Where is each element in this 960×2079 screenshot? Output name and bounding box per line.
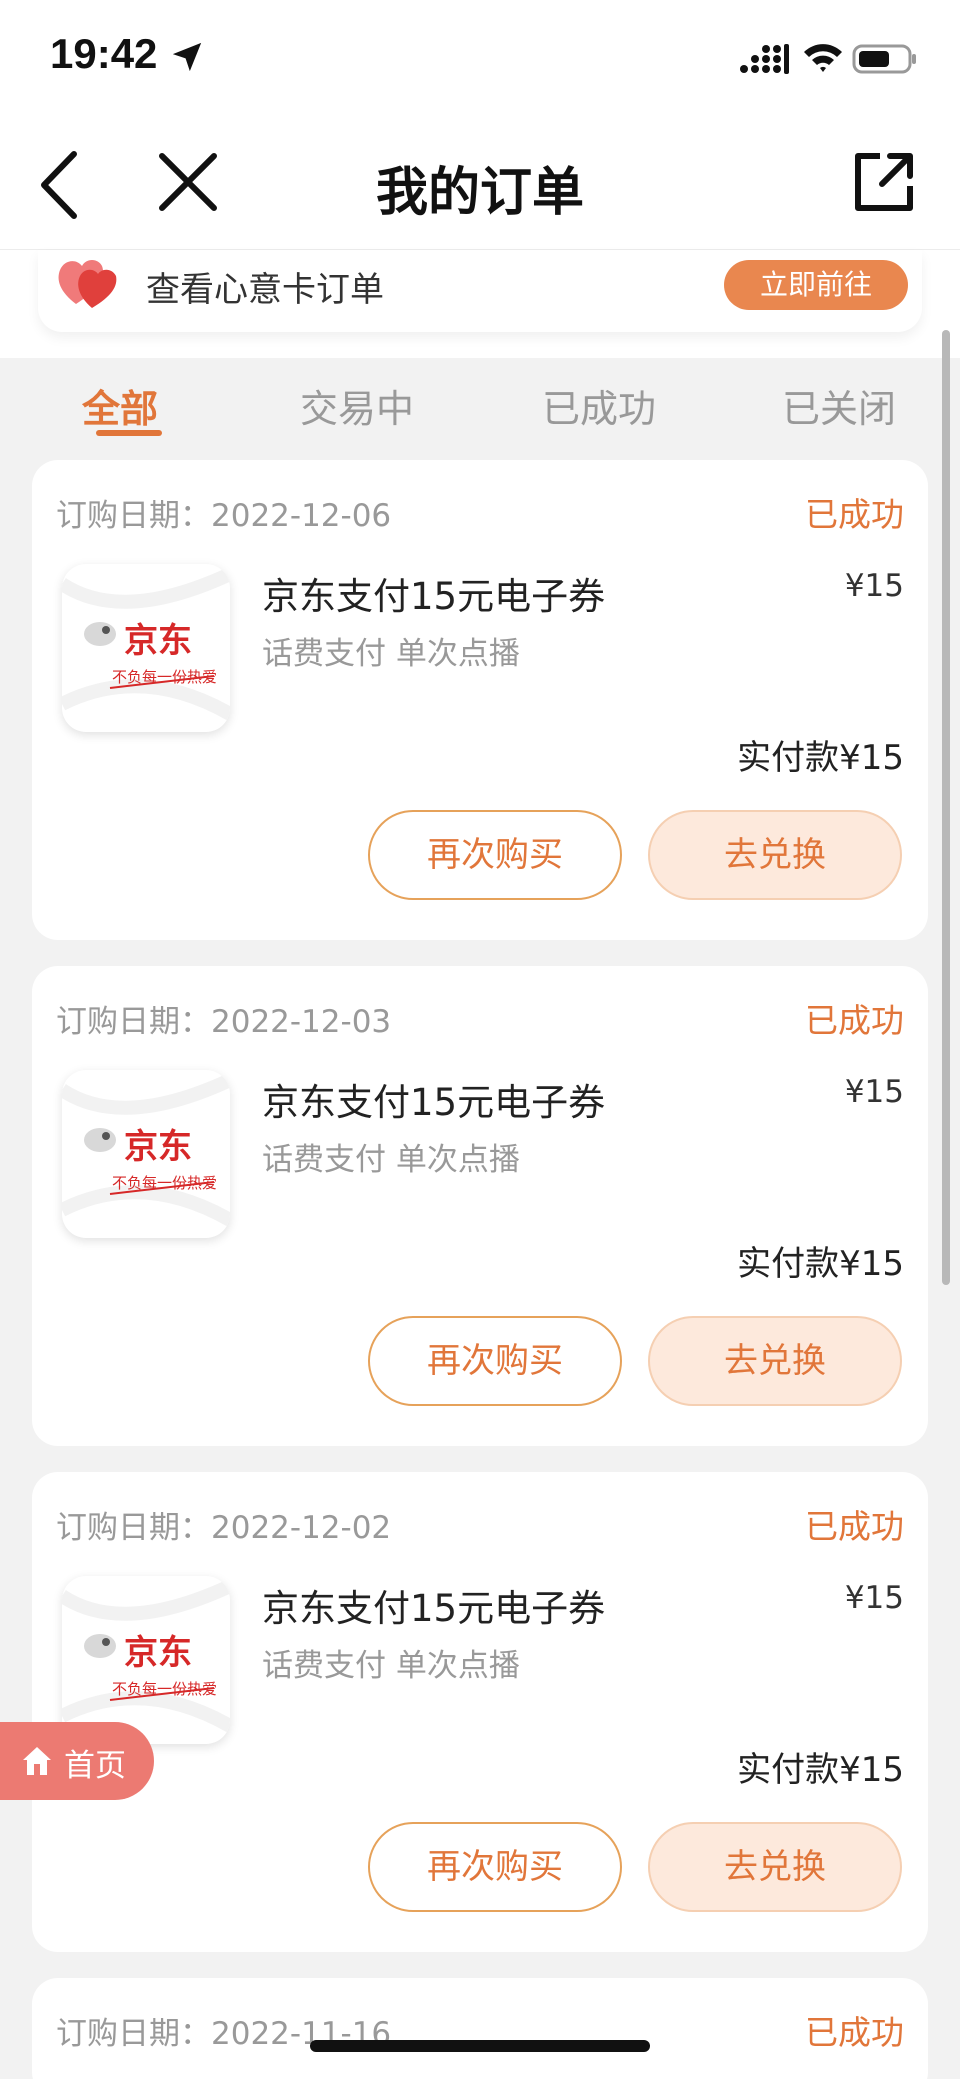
jd-logo-icon: 京东 不负每一份热爱: [62, 1073, 230, 1227]
order-card[interactable]: 订购日期：2022-12-02 已成功 京东 不负每一份热爱 京东支付15元电子…: [32, 1472, 928, 1952]
redeem-button[interactable]: 去兑换: [648, 1316, 902, 1406]
order-date: 订购日期：2022-12-06: [56, 498, 392, 534]
order-date: 订购日期：2022-12-02: [56, 1510, 392, 1546]
order-status: 已成功: [805, 1001, 904, 1040]
product-price: ¥15: [844, 568, 904, 604]
product-name: 京东支付15元电子券: [262, 1587, 606, 1630]
product-description: 话费支付 单次点播: [262, 636, 520, 672]
order-status: 已成功: [805, 1507, 904, 1546]
page-title: 我的订单: [375, 163, 584, 223]
heart-icon: [58, 260, 117, 308]
go-now-button[interactable]: 立即前往: [724, 260, 908, 310]
home-float-label: 首页: [64, 1748, 126, 1784]
home-indicator: [310, 2040, 650, 2052]
nav-bar: 我的订单: [0, 120, 960, 250]
product-price: ¥15: [844, 1074, 904, 1110]
home-float-button[interactable]: 首页: [0, 1722, 154, 1800]
product-description: 话费支付 单次点播: [262, 1648, 520, 1684]
redeem-button[interactable]: 去兑换: [648, 1822, 902, 1912]
redeem-button[interactable]: 去兑换: [648, 810, 902, 900]
jd-logo-icon: 京东 不负每一份热爱: [62, 567, 230, 721]
paid-amount: 实付款¥15: [737, 1750, 904, 1790]
banner-text: 查看心意卡订单: [146, 270, 384, 310]
product-name: 京东支付15元电子券: [262, 575, 606, 618]
status-time: 19:42: [50, 30, 158, 77]
tab-in-progress[interactable]: 交易中: [300, 378, 414, 433]
svg-text:京东: 京东: [124, 1127, 192, 1167]
share-icon[interactable]: [852, 150, 916, 214]
gift-card-banner[interactable]: 查看心意卡订单 立即前往: [38, 250, 922, 332]
order-card[interactable]: 订购日期：2022-12-03 已成功 京东 不负每一份热爱 京东支付15元电子…: [32, 966, 928, 1446]
buy-again-button[interactable]: 再次购买: [368, 1822, 622, 1912]
home-icon: [23, 1747, 51, 1775]
order-card[interactable]: 订购日期：2022-11-16 已成功: [32, 1978, 928, 2079]
tab-completed[interactable]: 已成功: [542, 378, 656, 433]
scrollbar[interactable]: [942, 330, 950, 1285]
product-thumbnail: 京东 不负每一份热爱: [62, 564, 230, 732]
order-status: 已成功: [805, 2013, 904, 2052]
location-arrow-icon: [172, 42, 202, 72]
order-status: 已成功: [805, 495, 904, 534]
product-thumbnail: 京东 不负每一份热爱: [62, 1070, 230, 1238]
order-date: 订购日期：2022-12-03: [56, 1004, 392, 1040]
jd-logo-icon: 京东 不负每一份热爱: [62, 1579, 230, 1733]
paid-amount: 实付款¥15: [737, 738, 904, 778]
svg-text:京东: 京东: [124, 1633, 192, 1673]
buy-again-button[interactable]: 再次购买: [368, 1316, 622, 1406]
order-card[interactable]: 订购日期：2022-12-06 已成功 京东 不负每一份热爱 京东支付15元电子…: [32, 460, 928, 940]
paid-amount: 实付款¥15: [737, 1244, 904, 1284]
svg-text:京东: 京东: [124, 621, 192, 661]
active-tab-indicator: [96, 430, 162, 436]
product-thumbnail: 京东 不负每一份热爱: [62, 1576, 230, 1744]
buy-again-button[interactable]: 再次购买: [368, 810, 622, 900]
wifi-icon: [804, 44, 842, 72]
product-price: ¥15: [844, 1580, 904, 1616]
battery-icon: [852, 44, 916, 74]
tab-all[interactable]: 全部: [82, 378, 158, 433]
cellular-signal-icon: [740, 44, 789, 74]
product-name: 京东支付15元电子券: [262, 1081, 606, 1124]
status-bar: 19:42: [0, 0, 960, 120]
tab-closed[interactable]: 已关闭: [782, 378, 896, 433]
product-description: 话费支付 单次点播: [262, 1142, 520, 1178]
order-tabs: 全部 交易中 已成功 已关闭: [0, 358, 960, 458]
